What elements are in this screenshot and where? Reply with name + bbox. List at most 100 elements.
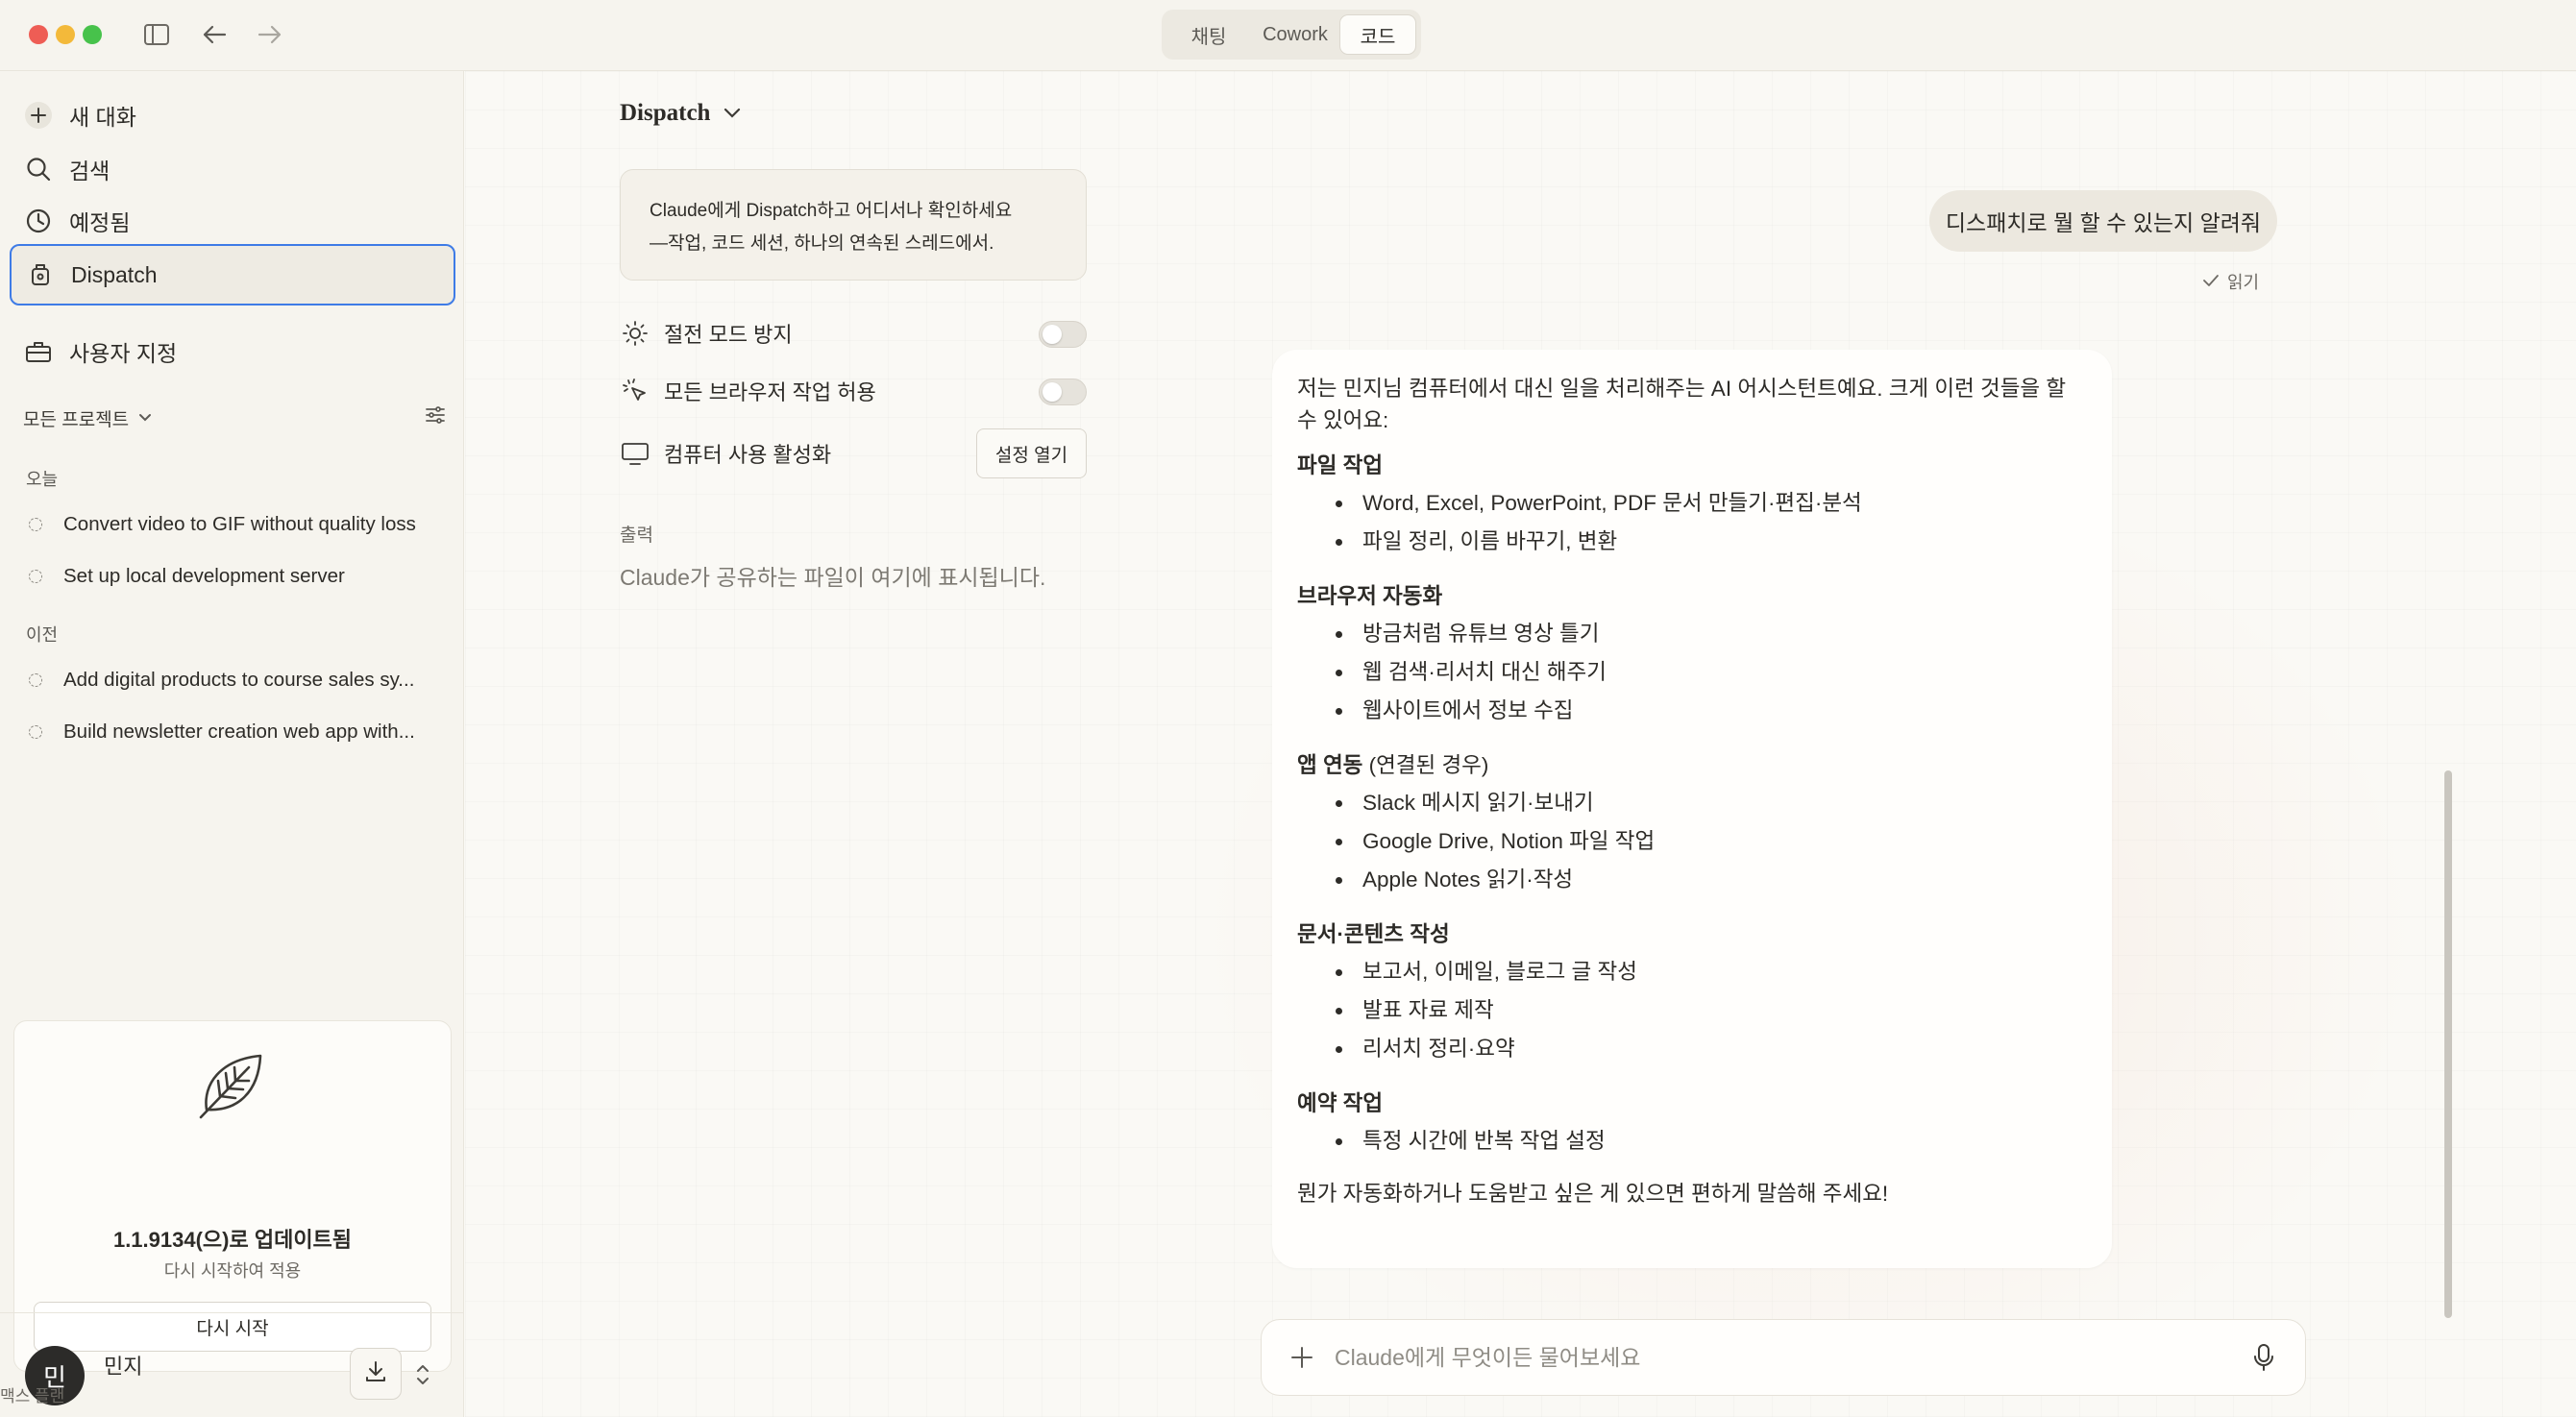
sidebar-item-scheduled[interactable]: 예정됨 <box>10 194 455 248</box>
chevron-up-down-icon[interactable] <box>415 1363 438 1386</box>
reply-intro: 저는 민지님 컴퓨터에서 대신 일을 처리해주는 AI 어시스턴트예요. 크게 … <box>1297 377 2067 432</box>
add-attachment-icon[interactable] <box>1287 1342 1317 1373</box>
dispatch-title-dropdown[interactable]: Dispatch <box>620 100 741 127</box>
update-title: 1.1.9134(으)로 업데이트됨 <box>112 1228 353 1252</box>
download-button[interactable] <box>350 1348 402 1400</box>
user-account-row[interactable]: 민 민지 맥스 플랜 <box>0 1312 464 1417</box>
search-icon <box>23 154 54 184</box>
chevron-down-icon <box>138 407 152 428</box>
conversation-item[interactable]: Add digital products to course sales sy.… <box>29 661 442 699</box>
list-item: 리서치 정리·요약 <box>1336 1030 2087 1068</box>
conversation-status-icon <box>29 518 42 531</box>
sidebar-item-label: 예정됨 <box>69 210 131 235</box>
chevron-down-icon <box>724 108 741 119</box>
update-subtitle: 다시 시작하여 적용 <box>163 1261 302 1281</box>
sidebar-item-new-chat[interactable]: 새 대화 <box>10 88 455 142</box>
list-item: Word, Excel, PowerPoint, PDF 문서 만들기·편집·분… <box>1336 484 2087 523</box>
previous-section-label: 이전 <box>26 625 59 645</box>
setting-prevent-sleep: 절전 모드 방지 <box>620 312 1087 354</box>
conversation-status-icon <box>29 673 42 687</box>
maximize-window-button[interactable] <box>83 25 102 44</box>
monitor-icon <box>620 438 650 469</box>
setting-computer-use: 컴퓨터 사용 활성화 설정 열기 <box>620 428 1087 478</box>
minimize-window-button[interactable] <box>56 25 75 44</box>
reply-section: 예약 작업 특정 시간에 반복 작업 설정 <box>1297 1086 2087 1160</box>
output-label: 출력 <box>620 525 653 546</box>
reply-heading: 예약 작업 <box>1297 1091 1384 1115</box>
filter-sliders-icon[interactable] <box>425 405 446 430</box>
reply-section: 앱 연동 (연결된 경우) Slack 메시지 읽기·보내기 Google Dr… <box>1297 747 2087 899</box>
dispatch-info-card: Claude에게 Dispatch하고 어디서나 확인하세요 —작업, 코드 세… <box>620 169 1087 281</box>
allow-browser-toggle[interactable] <box>1039 379 1087 405</box>
reply-list: 방금처럼 유튜브 영상 틀기 웹 검색·리서치 대신 해주기 웹사이트에서 정보… <box>1297 615 2087 730</box>
conversation-item[interactable]: Set up local development server <box>29 557 442 596</box>
sidebar-item-search[interactable]: 검색 <box>10 142 455 196</box>
reply-section: 브라우저 자동화 방금처럼 유튜브 영상 틀기 웹 검색·리서치 대신 해주기 … <box>1297 578 2087 730</box>
reply-heading: 앱 연동 (연결된 경우) <box>1297 753 1489 777</box>
info-line: —작업, 코드 세션, 하나의 연속된 스레드에서. <box>650 233 994 254</box>
conversation-status-icon <box>29 570 42 583</box>
reply-heading-note: (연결된 경우) <box>1362 753 1489 777</box>
chat-input[interactable] <box>1335 1344 2247 1371</box>
forward-arrow-icon[interactable] <box>254 19 286 50</box>
back-arrow-icon[interactable] <box>198 19 231 50</box>
main-area: Dispatch Claude에게 Dispatch하고 어디서나 확인하세요 … <box>465 71 2576 1417</box>
download-icon <box>363 1359 388 1389</box>
list-item: 웹 검색·리서치 대신 해주기 <box>1336 653 2087 692</box>
sidebar: 새 대화 검색 예정됨 Dispatch 사용자 지정 모든 프로젝트 오늘 C… <box>0 71 464 1417</box>
reply-heading: 파일 작업 <box>1297 453 1384 477</box>
sun-icon <box>620 318 650 349</box>
list-item: Apple Notes 읽기·작성 <box>1336 861 2087 899</box>
sidebar-item-label: 검색 <box>69 159 110 183</box>
clock-icon <box>23 206 54 236</box>
setting-label: 컴퓨터 사용 활성화 <box>664 443 832 467</box>
setting-allow-browser: 모든 브라우저 작업 허용 <box>620 370 1087 412</box>
reply-heading: 브라우저 자동화 <box>1297 584 1443 608</box>
list-item: 웹사이트에서 정보 수집 <box>1336 692 2087 730</box>
toolbox-icon <box>23 336 54 367</box>
mode-switch: 채팅 Cowork 코드 <box>1162 10 1421 60</box>
today-section-label: 오늘 <box>26 470 59 489</box>
list-item: 발표 자료 제작 <box>1336 991 2087 1030</box>
prevent-sleep-toggle[interactable] <box>1039 321 1087 348</box>
close-window-button[interactable] <box>29 25 48 44</box>
reply-heading: 문서·콘텐츠 작성 <box>1297 922 1450 946</box>
reply-closing: 뭔가 자동화하거나 도움받고 싶은 게 있으면 편하게 말씀해 주세요! <box>1297 1182 1889 1206</box>
sidebar-item-customize[interactable]: 사용자 지정 <box>10 325 455 379</box>
conversation-item[interactable]: Build newsletter creation web app with..… <box>29 713 442 751</box>
tab-cowork[interactable]: Cowork <box>1251 14 1339 55</box>
title-bar: 채팅 Cowork 코드 <box>0 0 2576 71</box>
tab-chat[interactable]: 채팅 <box>1166 14 1251 55</box>
list-item: 특정 시간에 반복 작업 설정 <box>1336 1122 2087 1160</box>
list-item: Google Drive, Notion 파일 작업 <box>1336 822 2087 861</box>
setting-label: 모든 브라우저 작업 허용 <box>664 380 876 404</box>
sidebar-item-label: Dispatch <box>71 261 158 287</box>
list-item: 보고서, 이메일, 블로그 글 작성 <box>1336 953 2087 991</box>
user-plan: 맥스 플랜 <box>0 1387 65 1405</box>
output-empty-text: Claude가 공유하는 파일이 여기에 표시됩니다. <box>620 565 1046 590</box>
page-title: Dispatch <box>620 100 711 126</box>
conversation-item[interactable]: Convert video to GIF without quality los… <box>29 505 442 544</box>
assistant-message: 저는 민지님 컴퓨터에서 대신 일을 처리해주는 AI 어시스턴트예요. 크게 … <box>1272 350 2112 1268</box>
chat-scrollbar[interactable] <box>2444 770 2452 1318</box>
leaf-icon <box>193 1046 270 1128</box>
reply-list: Word, Excel, PowerPoint, PDF 문서 만들기·편집·분… <box>1297 484 2087 561</box>
reply-list: 보고서, 이메일, 블로그 글 작성 발표 자료 제작 리서치 정리·요약 <box>1297 953 2087 1068</box>
chat-composer <box>1261 1319 2306 1396</box>
user-name: 민지 <box>104 1355 143 1379</box>
sidebar-item-label: 사용자 지정 <box>69 341 178 366</box>
sidebar-item-dispatch[interactable]: Dispatch <box>10 244 455 305</box>
dispatch-icon <box>25 259 56 290</box>
reply-section: 파일 작업 Word, Excel, PowerPoint, PDF 문서 만들… <box>1297 448 2087 561</box>
sidebar-toggle-icon[interactable] <box>140 19 173 50</box>
projects-filter[interactable]: 모든 프로젝트 <box>23 403 446 433</box>
reply-list: Slack 메시지 읽기·보내기 Google Drive, Notion 파일… <box>1297 784 2087 899</box>
microphone-icon[interactable] <box>2247 1341 2280 1374</box>
projects-label: 모든 프로젝트 <box>23 409 130 430</box>
info-line: Claude에게 Dispatch하고 어디서나 확인하세요 <box>650 201 1013 221</box>
list-item: 방금처럼 유튜브 영상 틀기 <box>1336 615 2087 653</box>
tab-code[interactable]: 코드 <box>1339 14 1416 55</box>
user-message-bubble: 디스패치로 뭘 할 수 있는지 알려줘 <box>1929 190 2277 252</box>
open-settings-button[interactable]: 설정 열기 <box>976 428 1087 478</box>
read-status: 읽기 <box>2202 269 2259 294</box>
